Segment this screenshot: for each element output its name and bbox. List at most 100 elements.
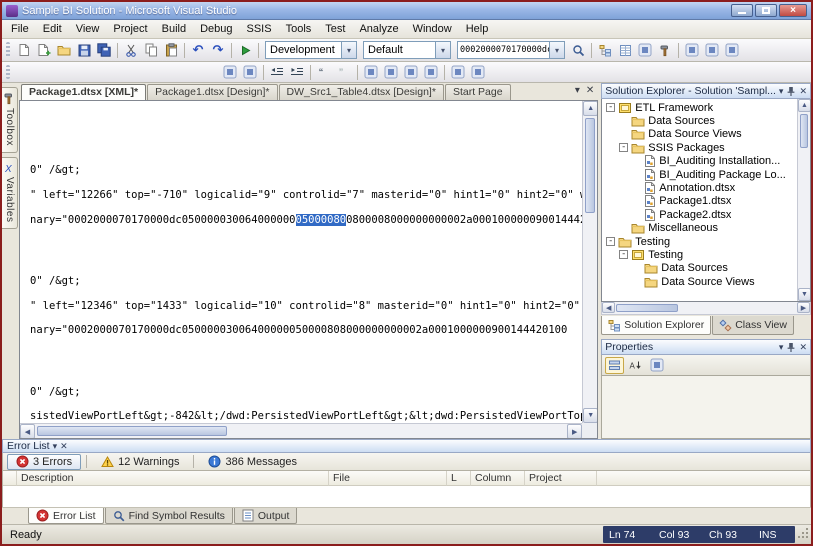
next-bookmark-icon[interactable]	[401, 63, 421, 82]
chevron-down-icon[interactable]: ▾	[549, 42, 564, 58]
collapse-icon[interactable]: -	[619, 143, 629, 153]
column-header-file[interactable]: File	[329, 471, 447, 486]
close-icon[interactable]: ✕	[799, 342, 807, 353]
column-header-project[interactable]: Project	[525, 471, 597, 486]
add-item-icon[interactable]	[34, 41, 54, 60]
window-menu-icon[interactable]: ▾	[53, 441, 58, 452]
bottom-tab-output[interactable]: Output	[233, 508, 298, 524]
toggle-bookmark-icon[interactable]	[361, 63, 381, 82]
configuration-combo[interactable]: Development ▾	[265, 41, 357, 59]
tree-item-miscellaneous[interactable]: Miscellaneous	[602, 222, 797, 235]
clear-bookmarks-icon[interactable]	[421, 63, 441, 82]
tree-item-data-source-views[interactable]: Data Source Views	[602, 128, 797, 141]
column-header-description[interactable]: Description	[17, 471, 329, 486]
command-window-icon[interactable]	[702, 41, 722, 60]
pin-icon[interactable]	[786, 342, 796, 353]
editor-horizontal-scrollbar[interactable]: ◀ ▶	[20, 423, 583, 438]
filter-12-warnings[interactable]: 12 Warnings	[92, 454, 188, 470]
tree-item-data-sources[interactable]: Data Sources	[602, 262, 797, 275]
column-header-column[interactable]: Column	[471, 471, 525, 486]
solution-explorer-titlebar[interactable]: Solution Explorer - Solution 'Sampl... ▾…	[601, 83, 811, 99]
tree-item-ssis-packages[interactable]: - SSIS Packages	[602, 141, 797, 154]
collapse-icon[interactable]: -	[606, 237, 616, 247]
tab-scroll-menu-icon[interactable]: ▾	[575, 85, 580, 96]
tree-item-testing[interactable]: - Testing	[602, 235, 797, 248]
solution-explorer-icon[interactable]	[595, 41, 615, 60]
undo-icon[interactable]: ↶	[188, 41, 208, 60]
scrollbar-thumb[interactable]	[616, 304, 679, 312]
menu-item-build[interactable]: Build	[155, 20, 193, 38]
resize-grip-icon[interactable]	[798, 528, 809, 542]
format-document-icon[interactable]	[220, 63, 240, 82]
chevron-down-icon[interactable]: ▾	[341, 42, 356, 58]
increase-indent-icon[interactable]	[287, 63, 307, 82]
menu-item-project[interactable]: Project	[106, 20, 154, 38]
document-tab-package1-dtsx-xml[interactable]: Package1.dtsx [XML]*	[21, 84, 147, 100]
tree-item-data-sources[interactable]: Data Sources	[602, 114, 797, 127]
tree-item-package2-dtsx[interactable]: Package2.dtsx	[602, 208, 797, 221]
column-header-l[interactable]: L	[447, 471, 471, 486]
chevron-down-icon[interactable]: ▾	[435, 42, 450, 58]
word-wrap-icon[interactable]	[468, 63, 488, 82]
toolbar-grip[interactable]	[6, 65, 10, 79]
tree-item-testing[interactable]: - Testing	[602, 248, 797, 261]
scrollbar-thumb[interactable]	[585, 118, 596, 213]
save-all-icon[interactable]	[94, 41, 114, 60]
tree-item-bi-auditing-package-lo[interactable]: BI_Auditing Package Lo...	[602, 168, 797, 181]
collapse-icon[interactable]: -	[606, 103, 616, 113]
panel-tab-solution-explorer[interactable]: Solution Explorer	[601, 316, 712, 335]
error-list-body[interactable]	[2, 486, 811, 507]
tree-item-bi-auditing-installation[interactable]: BI_Auditing Installation...	[602, 155, 797, 168]
menu-item-test[interactable]: Test	[318, 20, 352, 38]
tree-item-data-source-views[interactable]: Data Source Views	[602, 275, 797, 288]
scroll-left-icon[interactable]: ◀	[20, 424, 35, 438]
editor-text[interactable]: 0" /&gt; " left="12266" top="-710" logic…	[20, 101, 582, 423]
tree-vertical-scrollbar[interactable]: ▲ ▼	[797, 99, 811, 301]
scroll-up-icon[interactable]: ▲	[798, 99, 811, 112]
close-button[interactable]: ×	[779, 4, 807, 17]
menu-item-window[interactable]: Window	[406, 20, 459, 38]
close-icon[interactable]: ✕	[60, 441, 68, 452]
maximize-button[interactable]	[755, 4, 777, 17]
property-pages-icon[interactable]	[647, 357, 666, 374]
decrease-indent-icon[interactable]	[267, 63, 287, 82]
scroll-down-icon[interactable]: ▼	[798, 288, 811, 301]
properties-titlebar[interactable]: Properties ▾ ✕	[601, 339, 811, 355]
pin-icon[interactable]	[786, 86, 796, 97]
find-in-files-icon[interactable]	[568, 41, 588, 60]
new-project-icon[interactable]	[14, 41, 34, 60]
filter-386-messages[interactable]: 386 Messages	[199, 454, 306, 470]
editor-vertical-scrollbar[interactable]: ▲ ▼	[582, 101, 598, 423]
bottom-tab-error-list[interactable]: Error List	[28, 508, 104, 524]
document-tab-start-page[interactable]: Start Page	[444, 84, 511, 100]
immediate-window-icon[interactable]	[722, 41, 742, 60]
find-combo[interactable]: 0002000070170000dc050000030( ▾	[457, 41, 565, 59]
document-tab-package1-dtsx-design[interactable]: Package1.dtsx [Design]*	[147, 84, 278, 100]
comment-icon[interactable]: “	[314, 63, 334, 82]
tree-horizontal-scrollbar[interactable]: ◀ ▶	[601, 302, 811, 315]
cut-icon[interactable]	[121, 41, 141, 60]
bottom-tab-find-symbol-results[interactable]: Find Symbol Results	[104, 508, 233, 524]
window-menu-icon[interactable]: ▾	[779, 86, 784, 97]
save-icon[interactable]	[74, 41, 94, 60]
menu-item-tools[interactable]: Tools	[279, 20, 319, 38]
menu-item-analyze[interactable]: Analyze	[352, 20, 405, 38]
copy-icon[interactable]	[141, 41, 161, 60]
scrollbar-thumb[interactable]	[37, 426, 227, 436]
panel-tab-class-view[interactable]: Class View	[712, 316, 794, 335]
xml-editor[interactable]: 0" /&gt; " left="12266" top="-710" logic…	[19, 100, 599, 439]
toolbox-icon[interactable]	[655, 41, 675, 60]
properties-window-icon[interactable]	[615, 41, 635, 60]
error-list-titlebar[interactable]: Error List ▾ ✕	[2, 439, 811, 453]
autohide-tab-variables[interactable]: X Variables	[2, 156, 18, 230]
document-tab-dw-src1-table4-dtsx-design[interactable]: DW_Src1_Table4.dtsx [Design]*	[278, 84, 444, 100]
redo-icon[interactable]: ↷	[208, 41, 228, 60]
autohide-tab-toolbox[interactable]: Toolbox	[2, 87, 18, 153]
minimize-button[interactable]	[731, 4, 753, 17]
open-file-icon[interactable]	[54, 41, 74, 60]
scroll-left-icon[interactable]: ◀	[602, 302, 616, 313]
scroll-right-icon[interactable]: ▶	[797, 302, 810, 313]
menu-item-ssis[interactable]: SSIS	[240, 20, 279, 38]
collapse-icon[interactable]: -	[619, 250, 629, 260]
platform-combo[interactable]: Default ▾	[363, 41, 451, 59]
